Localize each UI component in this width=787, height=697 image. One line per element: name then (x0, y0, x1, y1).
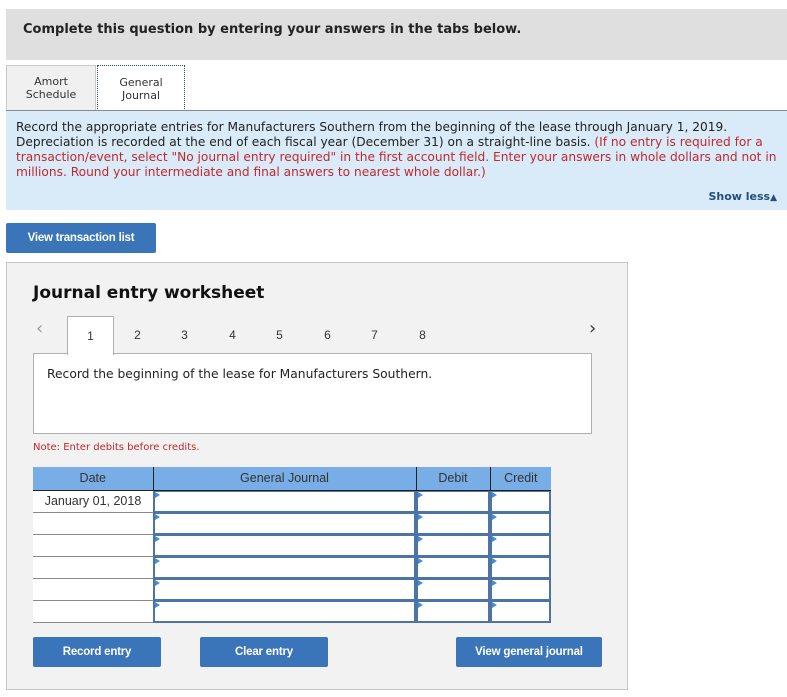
date-cell: January 01, 2018 (33, 490, 153, 513)
question-banner: Complete this question by entering your … (6, 9, 787, 60)
credit-input[interactable] (490, 512, 551, 535)
tab-label-line2: Schedule (25, 88, 77, 101)
dropdown-marker-icon (155, 601, 160, 608)
debit-input[interactable] (416, 600, 490, 623)
input-marker-icon (492, 557, 497, 564)
account-input[interactable] (153, 534, 416, 557)
clear-entry-button[interactable]: Clear entry (200, 637, 328, 667)
dropdown-marker-icon (155, 579, 160, 586)
page-tab-4[interactable]: 4 (209, 316, 256, 354)
tab-label-line1: Amort (34, 75, 68, 88)
page-tab-7[interactable]: 7 (351, 316, 398, 354)
dropdown-marker-icon (155, 513, 160, 520)
view-general-journal-button[interactable]: View general journal (456, 637, 602, 667)
banner-title: Complete this question by entering your … (23, 22, 522, 37)
table-header-row: Date General Journal Debit Credit (33, 467, 551, 491)
input-marker-icon (418, 579, 423, 586)
credit-input[interactable] (490, 490, 551, 513)
tab-label-line2: Journal (121, 88, 161, 102)
account-input[interactable] (153, 512, 416, 535)
view-transaction-list-button[interactable]: View transaction list (6, 223, 156, 253)
page-tab-6[interactable]: 6 (304, 316, 351, 354)
debit-input[interactable] (416, 534, 490, 557)
instructions-panel: Record the appropriate entries for Manuf… (6, 111, 787, 210)
header-debit: Debit (416, 467, 491, 491)
entry-description-box: Record the beginning of the lease for Ma… (33, 353, 592, 434)
chevron-left-icon[interactable]: ‹ (36, 318, 43, 339)
tab-amort-schedule[interactable]: Amort Schedule (6, 65, 96, 110)
tab-general-journal[interactable]: General Journal (97, 65, 185, 111)
debit-input[interactable] (416, 490, 490, 513)
triangle-up-icon: ▲ (770, 193, 777, 203)
input-marker-icon (418, 513, 423, 520)
page-tab-3[interactable]: 3 (161, 316, 208, 354)
table-row (33, 512, 551, 535)
page-tab-1[interactable]: 1 (67, 316, 114, 355)
table-row (33, 556, 551, 579)
record-entry-button[interactable]: Record entry (33, 637, 161, 667)
credit-input[interactable] (490, 534, 551, 557)
header-general-journal: General Journal (153, 467, 417, 491)
worksheet-title: Journal entry worksheet (33, 283, 265, 303)
date-cell (33, 578, 153, 601)
input-marker-icon (418, 491, 423, 498)
table-row (33, 600, 551, 623)
debit-input[interactable] (416, 556, 490, 579)
account-input[interactable] (153, 490, 416, 513)
input-marker-icon (492, 513, 497, 520)
credit-input[interactable] (490, 578, 551, 601)
account-input[interactable] (153, 578, 416, 601)
dropdown-marker-icon (155, 557, 160, 564)
date-cell (33, 556, 153, 579)
header-date: Date (33, 467, 154, 491)
dropdown-marker-icon (155, 535, 160, 542)
input-marker-icon (418, 601, 423, 608)
entry-description: Record the beginning of the lease for Ma… (47, 367, 433, 381)
page-tab-5[interactable]: 5 (256, 316, 303, 354)
input-marker-icon (418, 557, 423, 564)
credit-input[interactable] (490, 556, 551, 579)
page-tab-2[interactable]: 2 (114, 316, 161, 354)
table-row: January 01, 2018 (33, 490, 551, 513)
date-cell (33, 534, 153, 557)
account-input[interactable] (153, 600, 416, 623)
header-credit: Credit (490, 467, 551, 491)
entry-pager: 1 2 3 4 5 6 7 8 (67, 316, 447, 355)
dropdown-marker-icon (155, 491, 160, 498)
input-marker-icon (492, 491, 497, 498)
input-marker-icon (418, 535, 423, 542)
journal-entry-worksheet: Journal entry worksheet ‹ 1 2 3 4 5 6 7 … (6, 262, 628, 690)
input-marker-icon (492, 579, 497, 586)
table-row (33, 578, 551, 601)
tab-label-line1: General (119, 75, 163, 89)
debit-credit-note: Note: Enter debits before credits. (33, 442, 200, 453)
page-tab-8[interactable]: 8 (399, 316, 446, 354)
input-marker-icon (492, 535, 497, 542)
chevron-right-icon[interactable]: › (589, 318, 596, 339)
date-cell (33, 512, 153, 535)
table-row (33, 534, 551, 557)
debit-input[interactable] (416, 578, 490, 601)
date-cell (33, 600, 153, 623)
credit-input[interactable] (490, 600, 551, 623)
show-less-label: Show less (708, 190, 771, 203)
journal-entry-table: Date General Journal Debit Credit Januar… (33, 467, 551, 623)
account-input[interactable] (153, 556, 416, 579)
show-less-link[interactable]: Show less▲ (708, 189, 777, 206)
debit-input[interactable] (416, 512, 490, 535)
input-marker-icon (492, 601, 497, 608)
